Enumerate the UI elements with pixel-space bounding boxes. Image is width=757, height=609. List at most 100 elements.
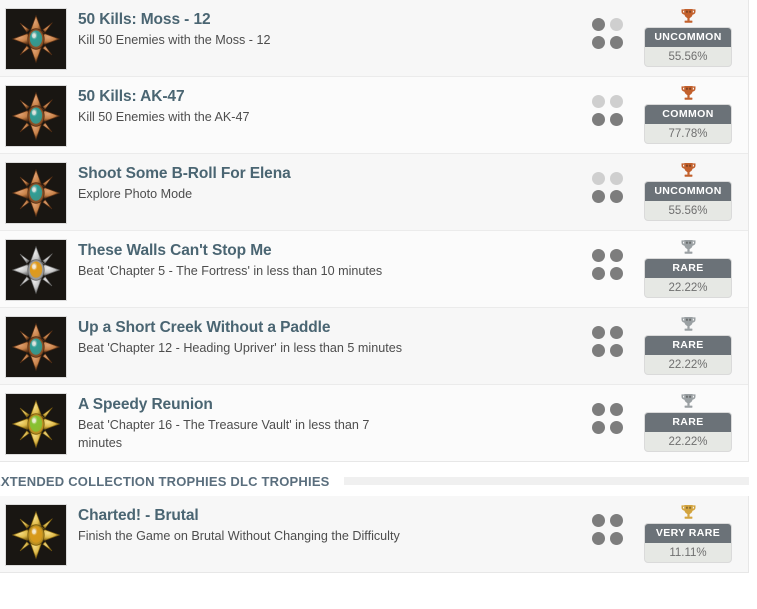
dots-grid [591, 326, 625, 359]
rarity-cell: RARE 22.22% [636, 237, 748, 298]
badge-cell [0, 391, 72, 455]
rarity-box: RARE 22.22% [644, 335, 732, 375]
trophy-icon [680, 237, 697, 257]
rarity-cell: UNCOMMON 55.56% [636, 160, 748, 221]
trophy-group-dlc-trophies: Charted! - Brutal Finish the Game on Brut… [0, 496, 749, 573]
rarity-percent: 77.78% [668, 128, 708, 140]
dot-indicator-1 [591, 95, 605, 108]
dot-indicator-2 [609, 514, 623, 527]
dot-indicator-4 [609, 532, 623, 545]
trophy-description: Beat 'Chapter 16 - The Treasure Vault' i… [78, 418, 370, 451]
dot-indicator-1 [591, 326, 605, 339]
dot-indicator-2 [609, 249, 623, 262]
badge-cell [0, 160, 72, 224]
rarity-label: RARE [645, 336, 731, 355]
rarity-box: UNCOMMON 55.56% [644, 181, 732, 221]
dot-indicator-4 [609, 36, 623, 49]
trophy-text: 50 Kills: AK-47 Kill 50 Enemies with the … [72, 83, 580, 127]
dot-indicator-2 [609, 326, 623, 339]
dot-indicator-2 [609, 18, 623, 31]
trophy-title[interactable]: 50 Kills: Moss - 12 [78, 10, 508, 29]
trophy-icon [680, 314, 697, 334]
platform-dots [580, 6, 636, 51]
dot-indicator-1 [591, 18, 605, 31]
dot-indicator-3 [591, 421, 605, 434]
trophy-icon [680, 83, 697, 103]
trophy-group-base-trophies: 50 Kills: Moss - 12 Kill 50 Enemies with … [0, 0, 749, 462]
trophy-row[interactable]: Charted! - Brutal Finish the Game on Brut… [0, 496, 748, 572]
dot-indicator-3 [591, 532, 605, 545]
trophy-text: Shoot Some B-Roll For Elena Explore Photo… [72, 160, 580, 204]
trophy-badge-icon [5, 162, 67, 224]
rarity-label: RARE [645, 259, 731, 278]
dot-indicator-1 [591, 514, 605, 527]
dot-indicator-4 [609, 113, 623, 126]
trophy-description: Beat 'Chapter 5 - The Fortress' in less … [78, 264, 383, 279]
rarity-box: COMMON 77.78% [644, 104, 732, 144]
trophy-title[interactable]: Shoot Some B-Roll For Elena [78, 164, 508, 183]
trophy-row[interactable]: 50 Kills: Moss - 12 Kill 50 Enemies with … [0, 0, 748, 77]
trophy-badge-icon [5, 85, 67, 147]
platform-dots [580, 160, 636, 205]
rarity-label: UNCOMMON [645, 28, 731, 47]
rarity-cell: RARE 22.22% [636, 391, 748, 452]
badge-cell [0, 6, 72, 70]
dot-indicator-1 [591, 249, 605, 262]
trophy-badge-icon [5, 316, 67, 378]
rarity-cell: COMMON 77.78% [636, 83, 748, 144]
trophy-icon [680, 6, 697, 26]
trophy-list-page: 50 Kills: Moss - 12 Kill 50 Enemies with … [0, 0, 757, 609]
platform-dots [580, 502, 636, 547]
trophy-row[interactable]: These Walls Can't Stop Me Beat 'Chapter 5… [0, 231, 748, 308]
rarity-percent: 55.56% [668, 205, 708, 217]
rarity-box: VERY RARE 11.11% [644, 523, 732, 563]
platform-dots [580, 83, 636, 128]
dot-indicator-1 [591, 403, 605, 416]
rarity-percent: 22.22% [668, 359, 708, 371]
section-divider [343, 477, 749, 485]
trophy-description: Kill 50 Enemies with the Moss - 12 [78, 33, 271, 48]
trophy-title[interactable]: These Walls Can't Stop Me [78, 241, 508, 260]
dot-indicator-3 [591, 267, 605, 280]
badge-cell [0, 83, 72, 147]
rarity-percent: 11.11% [669, 547, 707, 559]
rarity-percent: 55.56% [668, 51, 708, 63]
rarity-cell: RARE 22.22% [636, 314, 748, 375]
rarity-box: RARE 22.22% [644, 412, 732, 452]
dot-indicator-3 [591, 344, 605, 357]
trophy-row[interactable]: Up a Short Creek Without a Paddle Beat 'C… [0, 308, 748, 385]
trophy-icon [680, 160, 697, 180]
dot-indicator-4 [609, 421, 623, 434]
trophy-title[interactable]: 50 Kills: AK-47 [78, 87, 508, 106]
trophy-text: Up a Short Creek Without a Paddle Beat 'C… [72, 314, 580, 358]
trophy-text: A Speedy Reunion Beat 'Chapter 16 - The T… [72, 391, 580, 453]
trophy-badge-icon [5, 393, 67, 455]
trophy-title[interactable]: Charted! - Brutal [78, 506, 508, 525]
platform-dots [580, 391, 636, 436]
dot-indicator-2 [609, 172, 623, 185]
badge-cell [0, 502, 72, 566]
trophy-row[interactable]: Shoot Some B-Roll For Elena Explore Photo… [0, 154, 748, 231]
trophy-description: Finish the Game on Brutal Without Changi… [78, 529, 400, 544]
platform-dots [580, 237, 636, 282]
trophy-badge-icon [5, 8, 67, 70]
dots-grid [591, 172, 625, 205]
trophy-title[interactable]: Up a Short Creek Without a Paddle [78, 318, 508, 337]
dots-grid [591, 514, 625, 547]
trophy-row[interactable]: A Speedy Reunion Beat 'Chapter 16 - The T… [0, 385, 748, 461]
section-header-dlc-trophies: EXTENDED COLLECTION TROPHIES DLC TROPHIE… [0, 462, 757, 496]
rarity-label: UNCOMMON [645, 182, 731, 201]
rarity-box: RARE 22.22% [644, 258, 732, 298]
trophy-title[interactable]: A Speedy Reunion [78, 395, 508, 414]
rarity-box: UNCOMMON 55.56% [644, 27, 732, 67]
dot-indicator-2 [609, 95, 623, 108]
dot-indicator-3 [591, 36, 605, 49]
rarity-cell: UNCOMMON 55.56% [636, 6, 748, 67]
trophy-badge-icon [5, 239, 67, 301]
rarity-cell: VERY RARE 11.11% [636, 502, 748, 563]
trophy-row[interactable]: 50 Kills: AK-47 Kill 50 Enemies with the … [0, 77, 748, 154]
dot-indicator-4 [609, 267, 623, 280]
dots-grid [591, 249, 625, 282]
badge-cell [0, 237, 72, 301]
rarity-label: COMMON [645, 105, 731, 124]
